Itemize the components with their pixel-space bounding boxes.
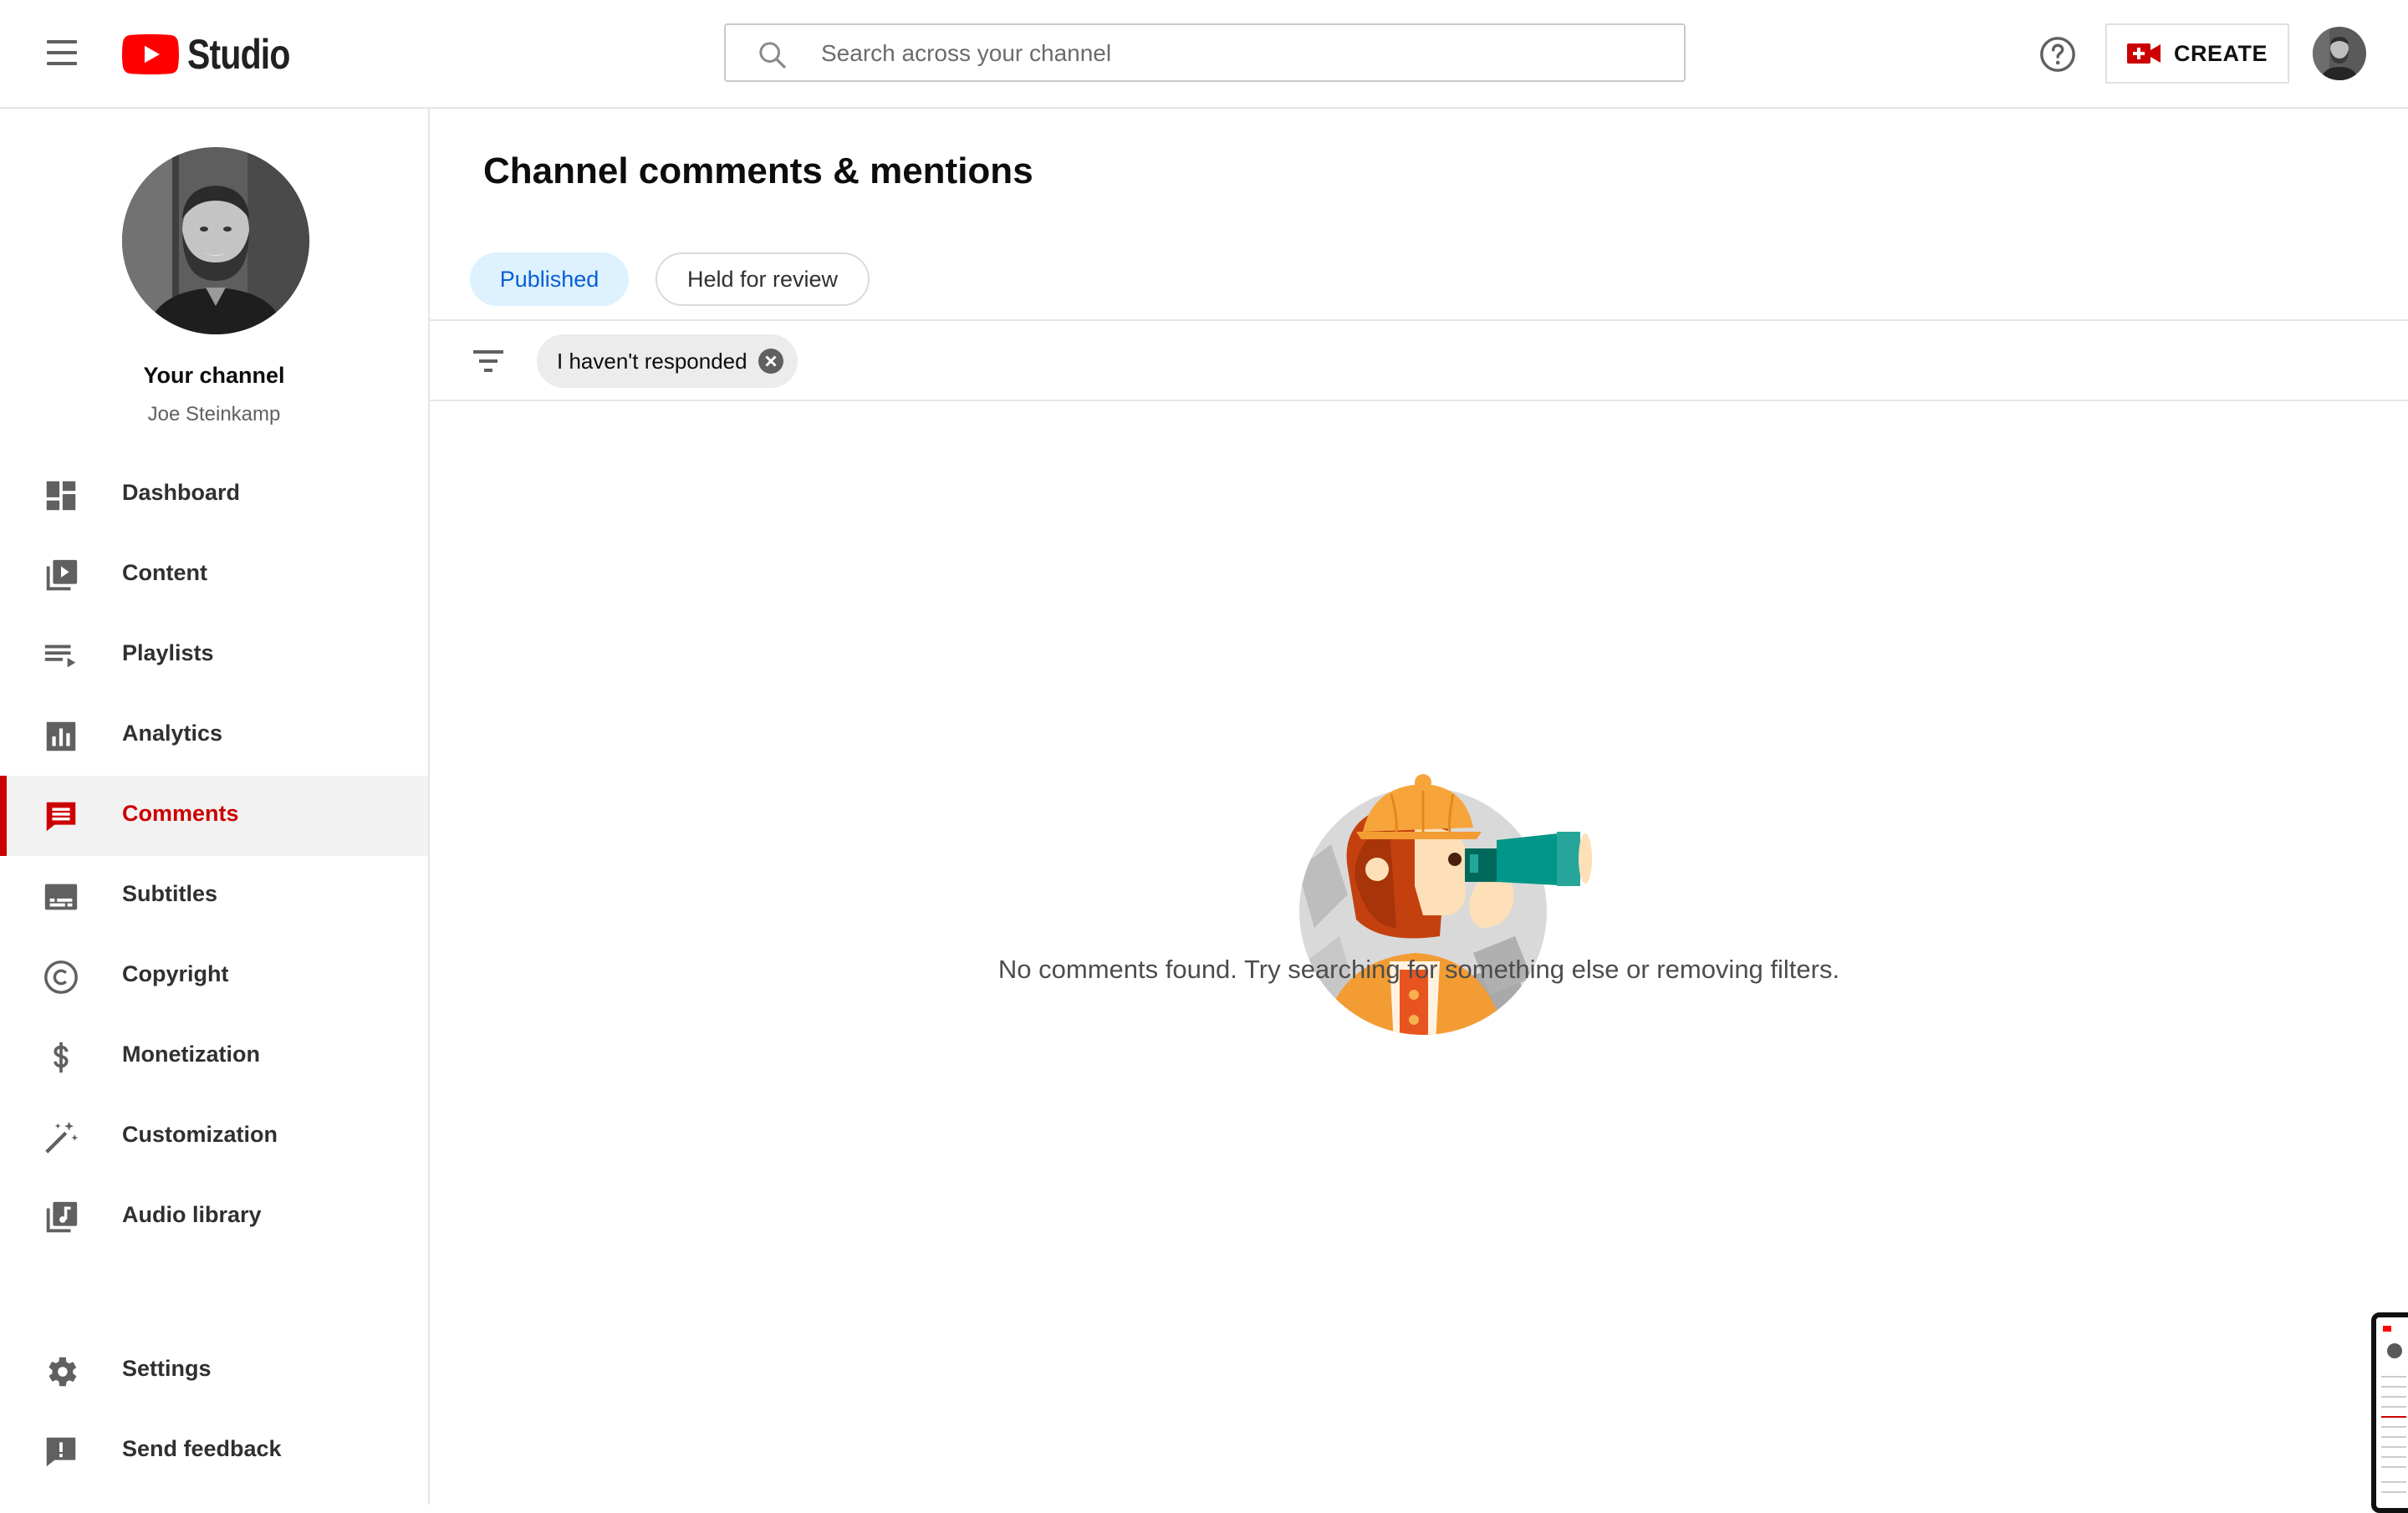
logo-text: Studio <box>187 31 290 78</box>
account-avatar[interactable] <box>2313 27 2366 80</box>
sidebar-item-customization[interactable]: Customization <box>0 1097 428 1177</box>
feedback-icon <box>46 1437 76 1467</box>
divider <box>430 319 2408 321</box>
empty-state-message: No comments found. Try searching for som… <box>997 955 1840 984</box>
sidebar-item-label: Dashboard <box>122 480 241 505</box>
analytics-icon <box>46 721 76 751</box>
video-camera-plus-icon <box>2126 43 2161 64</box>
gear-icon <box>48 1357 77 1387</box>
sidebar-item-label: Send feedback <box>122 1436 282 1461</box>
sidebar-item-label: Audio library <box>122 1202 262 1227</box>
help-icon[interactable] <box>2038 35 2077 74</box>
tab-held-for-review[interactable]: Held for review <box>656 252 870 306</box>
sidebar-item-label: Copyright <box>122 961 229 986</box>
create-button-label: CREATE <box>2173 40 2268 66</box>
sidebar-item-label: Playlists <box>122 640 214 665</box>
channel-name: Joe Steinkamp <box>147 403 281 425</box>
sidebar-item-copyright[interactable]: Copyright <box>0 936 428 1016</box>
sidebar-item-audio-library[interactable]: Audio library <box>0 1177 428 1257</box>
sidebar-item-send-feedback[interactable]: Send feedback <box>0 1411 428 1491</box>
sidebar-item-content[interactable]: Content <box>0 535 428 615</box>
top-header: Studio CREATE <box>0 0 2408 109</box>
hamburger-menu-icon[interactable] <box>43 37 80 70</box>
sidebar-item-label: Monetization <box>122 1042 260 1067</box>
dashboard-icon <box>46 481 76 511</box>
dollar-icon <box>54 1042 69 1073</box>
playlists-icon <box>44 644 76 668</box>
channel-avatar-image <box>122 147 309 334</box>
sidebar-item-settings[interactable]: Settings <box>0 1331 428 1411</box>
sidebar-item-subtitles[interactable]: Subtitles <box>0 856 428 936</box>
thumbnail-preview-image <box>2376 1317 2408 1508</box>
remove-filter-icon[interactable] <box>758 348 784 374</box>
avatar-image <box>2313 27 2366 80</box>
tab-label: Published <box>499 266 599 292</box>
copyright-icon <box>44 960 78 994</box>
sidebar-item-label: Subtitles <box>122 881 218 906</box>
sidebar-item-monetization[interactable]: Monetization <box>0 1016 428 1097</box>
page-title: Channel comments & mentions <box>483 150 1033 191</box>
left-sidebar: Your channel Joe Steinkamp Dashboard Con… <box>0 109 430 1505</box>
sidebar-item-label: Customization <box>122 1122 278 1147</box>
sidebar-item-label: Comments <box>122 801 239 826</box>
search-input[interactable] <box>819 33 1642 74</box>
magic-wand-icon <box>45 1121 79 1154</box>
content-icon <box>46 559 78 591</box>
audio-library-icon <box>46 1201 78 1233</box>
filter-chip[interactable]: I haven't responded <box>537 334 798 388</box>
youtube-studio-logo[interactable]: Studio <box>122 31 313 78</box>
sidebar-item-comments[interactable]: Comments <box>0 776 428 856</box>
create-button[interactable]: CREATE <box>2105 23 2289 84</box>
sidebar-item-label: Analytics <box>122 721 223 746</box>
main-content: Channel comments & mentions Published He… <box>430 109 2408 1505</box>
filter-icon[interactable] <box>470 348 507 374</box>
binoculars-person-illustration <box>1299 774 1592 1035</box>
comments-icon <box>46 802 76 832</box>
sidebar-item-dashboard[interactable]: Dashboard <box>0 455 428 535</box>
sidebar-item-label: Settings <box>122 1356 212 1381</box>
divider <box>430 400 2408 401</box>
sidebar-item-playlists[interactable]: Playlists <box>0 615 428 695</box>
sidebar-item-label: Content <box>122 560 207 585</box>
search-bar[interactable] <box>724 23 1686 82</box>
your-channel-title: Your channel <box>143 363 285 388</box>
sidebar-item-analytics[interactable]: Analytics <box>0 695 428 776</box>
filter-chip-label: I haven't responded <box>557 349 747 374</box>
youtube-play-logo-icon <box>122 34 179 74</box>
subtitles-icon <box>44 884 78 910</box>
tab-published[interactable]: Published <box>470 252 629 306</box>
search-icon[interactable] <box>756 38 789 72</box>
channel-avatar[interactable] <box>122 147 309 334</box>
screenshot-thumbnail[interactable] <box>2371 1312 2408 1513</box>
tab-label: Held for review <box>686 266 839 292</box>
